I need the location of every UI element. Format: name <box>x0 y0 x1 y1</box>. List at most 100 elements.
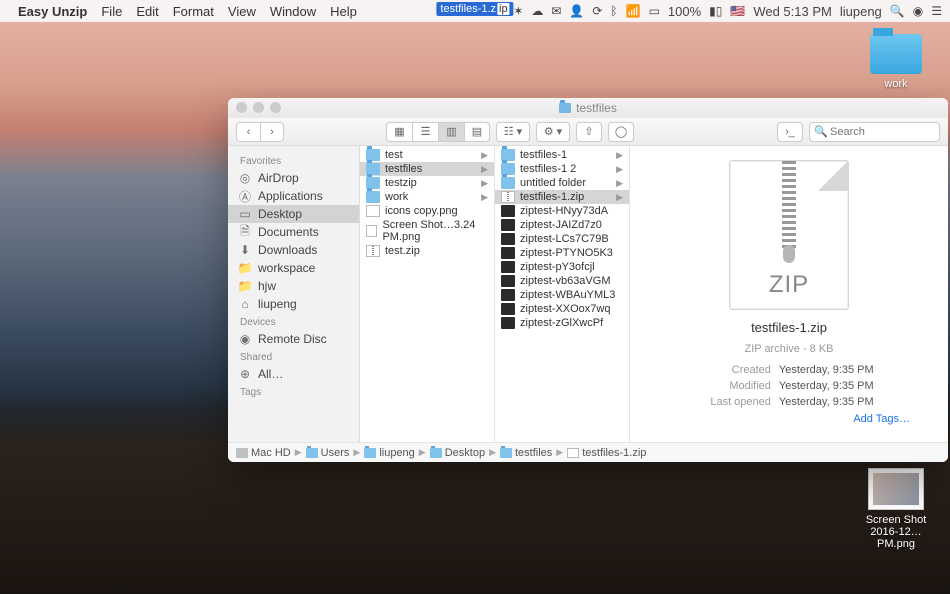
app-name[interactable]: Easy Unzip <box>18 4 87 19</box>
sidebar-item-icon: ◉ <box>238 333 252 345</box>
sidebar-item-applications[interactable]: ⒶApplications <box>228 187 359 205</box>
wifi-icon[interactable]: 📶 <box>626 4 641 18</box>
file-row[interactable]: ziptest-PTYNO5K3 <box>495 246 629 260</box>
bluetooth-icon[interactable]: ᛒ <box>610 4 617 18</box>
file-row[interactable]: testfiles-1▶ <box>495 148 629 162</box>
sidebar-item-icon: ⌂ <box>238 298 252 310</box>
minimize-icon[interactable] <box>253 102 264 113</box>
zoom-icon[interactable] <box>270 102 281 113</box>
path-segment[interactable]: Users <box>306 447 350 459</box>
file-row[interactable]: testfiles-1.zip▶ <box>495 190 629 204</box>
meta-key: Modified <box>704 379 777 393</box>
file-row[interactable]: Screen Shot…3.24 PM.png <box>360 218 494 244</box>
path-segment[interactable]: testfiles-1.zip <box>567 447 646 459</box>
path-segment[interactable]: Desktop <box>430 447 485 459</box>
menu-help[interactable]: Help <box>330 4 357 19</box>
path-segment-icon <box>500 448 512 458</box>
desktop-screenshot[interactable]: Screen Shot 2016-12…PM.png <box>854 468 938 550</box>
user-icon[interactable]: 👤 <box>569 4 584 18</box>
battery-percent[interactable]: 100% <box>668 4 701 19</box>
file-row[interactable]: ziptest-zGlXwcPf <box>495 316 629 330</box>
sidebar-item-label: workspace <box>258 261 315 275</box>
file-row[interactable]: icons copy.png <box>360 204 494 218</box>
menubar-clock[interactable]: Wed 5:13 PM <box>753 4 832 19</box>
sidebar-item-all-[interactable]: ⊕All… <box>228 365 359 383</box>
path-segment-icon <box>567 448 579 458</box>
window-titlebar[interactable]: testfiles <box>228 98 948 118</box>
file-name: ziptest-HNyy73dA <box>520 205 608 217</box>
sidebar-item-documents[interactable]: 🗎Documents <box>228 223 359 241</box>
file-row[interactable]: ziptest-XXOox7wq <box>495 302 629 316</box>
file-row[interactable]: ziptest-WBAuYML3 <box>495 288 629 302</box>
chevron-right-icon: ▶ <box>616 164 623 175</box>
sidebar-item-airdrop[interactable]: ◎AirDrop <box>228 169 359 187</box>
file-row[interactable]: untitled folder▶ <box>495 176 629 190</box>
arrange-button[interactable]: ☷ ▾ <box>496 122 530 142</box>
file-row[interactable]: ziptest-JAIZd7z0 <box>495 218 629 232</box>
file-row[interactable]: test▶ <box>360 148 494 162</box>
traffic-lights[interactable] <box>236 102 281 113</box>
column-browser: test▶testfiles▶testzip▶work▶icons copy.p… <box>360 146 948 442</box>
path-segment[interactable]: testfiles <box>500 447 552 459</box>
forward-button[interactable]: › <box>260 122 284 142</box>
menu-view[interactable]: View <box>228 4 256 19</box>
menu-window[interactable]: Window <box>270 4 316 19</box>
display-icon[interactable]: ▭ <box>649 4 660 18</box>
file-row[interactable]: ziptest-HNyy73dA <box>495 204 629 218</box>
file-name: ziptest-WBAuYML3 <box>520 289 615 301</box>
file-name: testfiles-1 2 <box>520 163 576 175</box>
sidebar-item-downloads[interactable]: ⬇Downloads <box>228 241 359 259</box>
sync-icon[interactable]: ⟳ <box>592 4 602 18</box>
cloud-icon[interactable]: ☁ <box>531 4 543 18</box>
menubar-user[interactable]: liupeng <box>840 4 882 19</box>
preview-kind: ZIP archive - 8 KB <box>638 343 940 355</box>
path-segment[interactable]: liupeng <box>364 447 414 459</box>
menu-edit[interactable]: Edit <box>136 4 158 19</box>
file-row[interactable]: testzip▶ <box>360 176 494 190</box>
preview-metadata: CreatedYesterday, 9:35 PMModifiedYesterd… <box>702 361 875 411</box>
view-list-button[interactable]: ☰ <box>412 122 438 142</box>
meta-key: Created <box>704 363 777 377</box>
terminal-button[interactable]: ›_ <box>777 122 803 142</box>
battery-icon[interactable]: ▮▯ <box>709 4 722 18</box>
desktop-folder-work[interactable]: work <box>860 34 932 90</box>
file-name: ziptest-PTYNO5K3 <box>520 247 613 259</box>
sidebar-header-shared: Shared <box>228 348 359 365</box>
view-columns-button[interactable]: ▥ <box>438 122 464 142</box>
file-row[interactable]: work▶ <box>360 190 494 204</box>
back-button[interactable]: ‹ <box>236 122 260 142</box>
path-segment[interactable]: Mac HD <box>236 447 291 459</box>
view-icons-button[interactable]: ▦ <box>386 122 412 142</box>
sidebar-item-liupeng[interactable]: ⌂liupeng <box>228 295 359 313</box>
share-button[interactable]: ⇧ <box>576 122 602 142</box>
sidebar-item-workspace[interactable]: 📁workspace <box>228 259 359 277</box>
sidebar-item-remote-disc[interactable]: ◉Remote Disc <box>228 330 359 348</box>
evernote-icon[interactable]: ✶ <box>513 4 523 18</box>
menu-file[interactable]: File <box>101 4 122 19</box>
close-icon[interactable] <box>236 102 247 113</box>
file-name: icons copy.png <box>385 205 458 217</box>
file-name: test <box>385 149 403 161</box>
action-button[interactable]: ⚙ ▾ <box>536 122 570 142</box>
input-flag-icon[interactable]: 🇺🇸 <box>730 4 745 18</box>
file-row[interactable]: ziptest-vb63aVGM <box>495 274 629 288</box>
siri-icon[interactable]: ◉ <box>913 4 923 18</box>
menu-format[interactable]: Format <box>173 4 214 19</box>
sidebar-item-desktop[interactable]: ▭Desktop <box>228 205 359 223</box>
window-title: testfiles <box>576 101 617 115</box>
wechat-icon[interactable]: ✉ <box>551 4 561 18</box>
view-coverflow-button[interactable]: ▤ <box>464 122 490 142</box>
file-row[interactable]: testfiles▶ <box>360 162 494 176</box>
file-row[interactable]: testfiles-1 2 ▶ <box>495 162 629 176</box>
file-row[interactable]: ziptest-LCs7C79B <box>495 232 629 246</box>
finder-window: testfiles ‹ › ▦ ☰ ▥ ▤ ☷ ▾ ⚙ ▾ ⇧ ◯ ›_ 🔍 F… <box>228 98 948 462</box>
tags-button[interactable]: ◯ <box>608 122 634 142</box>
file-row[interactable]: ziptest-pY3ofcjl <box>495 260 629 274</box>
chevron-right-icon: ▶ <box>616 192 623 203</box>
add-tags-link[interactable]: Add Tags… <box>853 413 910 425</box>
search-input[interactable] <box>809 122 940 142</box>
spotlight-icon[interactable]: 🔍 <box>890 4 905 18</box>
notification-icon[interactable]: ☰ <box>931 4 942 18</box>
sidebar-item-hjw[interactable]: 📁hjw <box>228 277 359 295</box>
file-row[interactable]: test.zip <box>360 244 494 258</box>
